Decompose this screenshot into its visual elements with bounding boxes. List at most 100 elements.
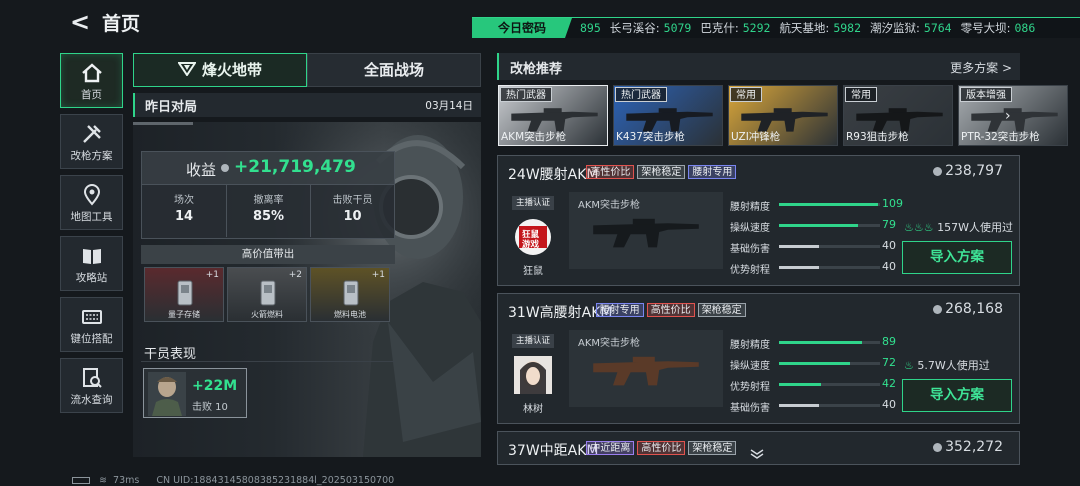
price-value: 352,272 [945, 439, 1003, 455]
stat-row: 基础伤害 40 [730, 397, 900, 414]
import-plan-button[interactable]: 导入方案 [902, 241, 1012, 274]
stat-bar [779, 383, 880, 386]
weapon-card[interactable]: 热门武器 AKM突击步枪 [498, 85, 608, 146]
stat-label: 基础伤害 [730, 403, 770, 414]
loot-count: +2 [288, 270, 302, 280]
nav-label: 攻略站 [75, 272, 108, 284]
mod-tag: 高性价比 [646, 303, 695, 317]
ledger-search-icon [61, 366, 122, 390]
back-button[interactable]: < [70, 8, 96, 36]
weapon-card[interactable]: 版本增强 PTR-32突击步枪 [958, 85, 1068, 146]
mod-name: 24W腰射AKM [508, 167, 599, 183]
stat-label: 腰射精度 [730, 340, 770, 351]
stat-bar [779, 404, 880, 407]
stat-row: 优势射程 40 [730, 259, 900, 276]
stat-bar-fill [779, 266, 820, 269]
gun-preview: AKM突击步枪 [569, 330, 723, 407]
nav-label: 地图工具 [70, 211, 113, 223]
daily-password-ticker[interactable]: 今日密码 895 长弓溪谷: 5079 巴克什: 5292 航天基地: 5982 潮汐监狱: 5… [472, 17, 1080, 38]
nav-item-2[interactable]: 改枪方案 [60, 114, 123, 169]
nav-label: 流水查询 [70, 394, 113, 406]
mod-name: 37W中距AKM [508, 443, 599, 459]
price-value: 238,797 [945, 163, 1003, 179]
uid-text: CN UID:18843145808385231884l_20250315070… [156, 475, 395, 486]
operator-card[interactable]: +22M 击败 10 [143, 368, 247, 418]
nav-item-3[interactable]: 地图工具 [60, 175, 123, 230]
nav-item-6[interactable]: 流水查询 [60, 358, 123, 413]
mod-tag: 腰射专用 [595, 303, 644, 317]
revenue-value: +21,719,479 [234, 157, 356, 177]
nav-label: 首页 [81, 89, 102, 101]
loot-item[interactable]: +1 量子存储 [144, 267, 224, 322]
stat-row: 腰射精度 89 [730, 334, 900, 351]
flame-icon: ♨♨♨ [904, 221, 938, 234]
nav-label: 改枪方案 [70, 150, 113, 162]
stat-value: 72 [882, 356, 896, 369]
fenghuo-logo-icon [177, 55, 197, 87]
coin-icon [221, 164, 229, 172]
tab-fenghuo[interactable]: 烽火地带 [133, 53, 307, 87]
book-icon [61, 244, 122, 268]
weapon-card[interactable]: 热门武器 K437突击步枪 [613, 85, 723, 146]
operator-kills: 击败 10 [192, 402, 228, 413]
stat-value: 10 [343, 209, 362, 224]
mods-title: 改枪推荐 [510, 62, 563, 77]
stat-label: 击败干员 [332, 195, 373, 206]
operator-title: 干员表现 [144, 347, 197, 362]
loot-name: 量子存储 [168, 310, 200, 319]
map-pin-icon [61, 183, 122, 207]
loot-item[interactable]: +1 燃料电池 [310, 267, 390, 322]
stat-value: 85% [252, 209, 285, 224]
weapon-name: AKM突击步枪 [501, 131, 567, 143]
map-name: 巴克什: [700, 21, 739, 35]
weapon-tag: 常用 [730, 87, 762, 102]
flame-icon: ♨ [904, 359, 918, 372]
stat-value: 79 [882, 218, 896, 231]
import-plan-button[interactable]: 导入方案 [902, 379, 1012, 412]
ping-text: 73ms [113, 475, 140, 486]
weapon-card[interactable]: 常用 UZI冲锋枪 [728, 85, 838, 146]
password-list: 895 长弓溪谷: 5079 巴克什: 5292 航天基地: 5982 潮汐监狱: 5764 零号… [576, 18, 1044, 38]
carousel-next-icon[interactable]: › [1005, 108, 1011, 124]
loot-count: +1 [205, 270, 219, 280]
back-arrow-icon: < [70, 8, 91, 36]
map-code: 5292 [742, 21, 771, 35]
stat-bar [779, 266, 880, 269]
more-plans-link[interactable]: 更多方案 > [950, 59, 1012, 76]
mod-price: 238,797 [933, 163, 1003, 179]
stat-label: 优势射程 [730, 265, 770, 276]
map-name: 零号大坝: [960, 21, 1011, 35]
battery-icon [72, 477, 90, 484]
gun-name: AKM突击步枪 [578, 200, 641, 211]
operator-avatar [148, 372, 186, 416]
wifi-icon: ≋ [99, 475, 107, 486]
stat-bar-fill [779, 224, 858, 227]
coin-icon [933, 304, 943, 314]
weapon-tag: 热门武器 [615, 87, 667, 102]
tab-quanmian[interactable]: 全面战场 [307, 53, 481, 87]
nav-item-4[interactable]: 攻略站 [60, 236, 123, 291]
map-code: 086 [1014, 21, 1036, 35]
daily-password-label: 今日密码 [472, 18, 572, 38]
scroll-down-icon[interactable] [750, 448, 764, 462]
mod-card[interactable]: 24W腰射AKM 高性价比 架枪稳定 腰射专用 238,797 主播认证 狂鼠 游戏 狂鼠 AKM… [497, 155, 1020, 286]
yesterday-date: 03月14日 [425, 100, 473, 112]
loot-name: 燃料电池 [334, 310, 366, 319]
stat-value: 89 [882, 335, 896, 348]
weapon-tag: 常用 [845, 87, 877, 102]
stat-bar [779, 362, 880, 365]
nav-item-1[interactable]: 首页 [60, 53, 123, 108]
loot-item[interactable]: +2 火箭燃料 [227, 267, 307, 322]
nav-item-5[interactable]: 键位搭配 [60, 297, 123, 352]
weapon-tag: 版本增强 [960, 87, 1012, 102]
stat-label: 优势射程 [730, 382, 770, 393]
mods-header: 改枪推荐 更多方案 > [497, 53, 1020, 80]
home-icon [61, 61, 122, 85]
mod-card[interactable]: 31W高腰射AKM 腰射专用 高性价比 架枪稳定 268,168 主播认证 林树 AKM突击步… [497, 293, 1020, 424]
stat-label: 基础伤害 [730, 244, 770, 255]
mod-tag: 中近距离 [586, 441, 635, 455]
weapon-card[interactable]: 常用 R93狙击步枪 [843, 85, 953, 146]
stat-label: 撤离率 [253, 195, 284, 206]
tools-icon [61, 122, 122, 146]
weapon-name: K437突击步枪 [616, 131, 685, 143]
